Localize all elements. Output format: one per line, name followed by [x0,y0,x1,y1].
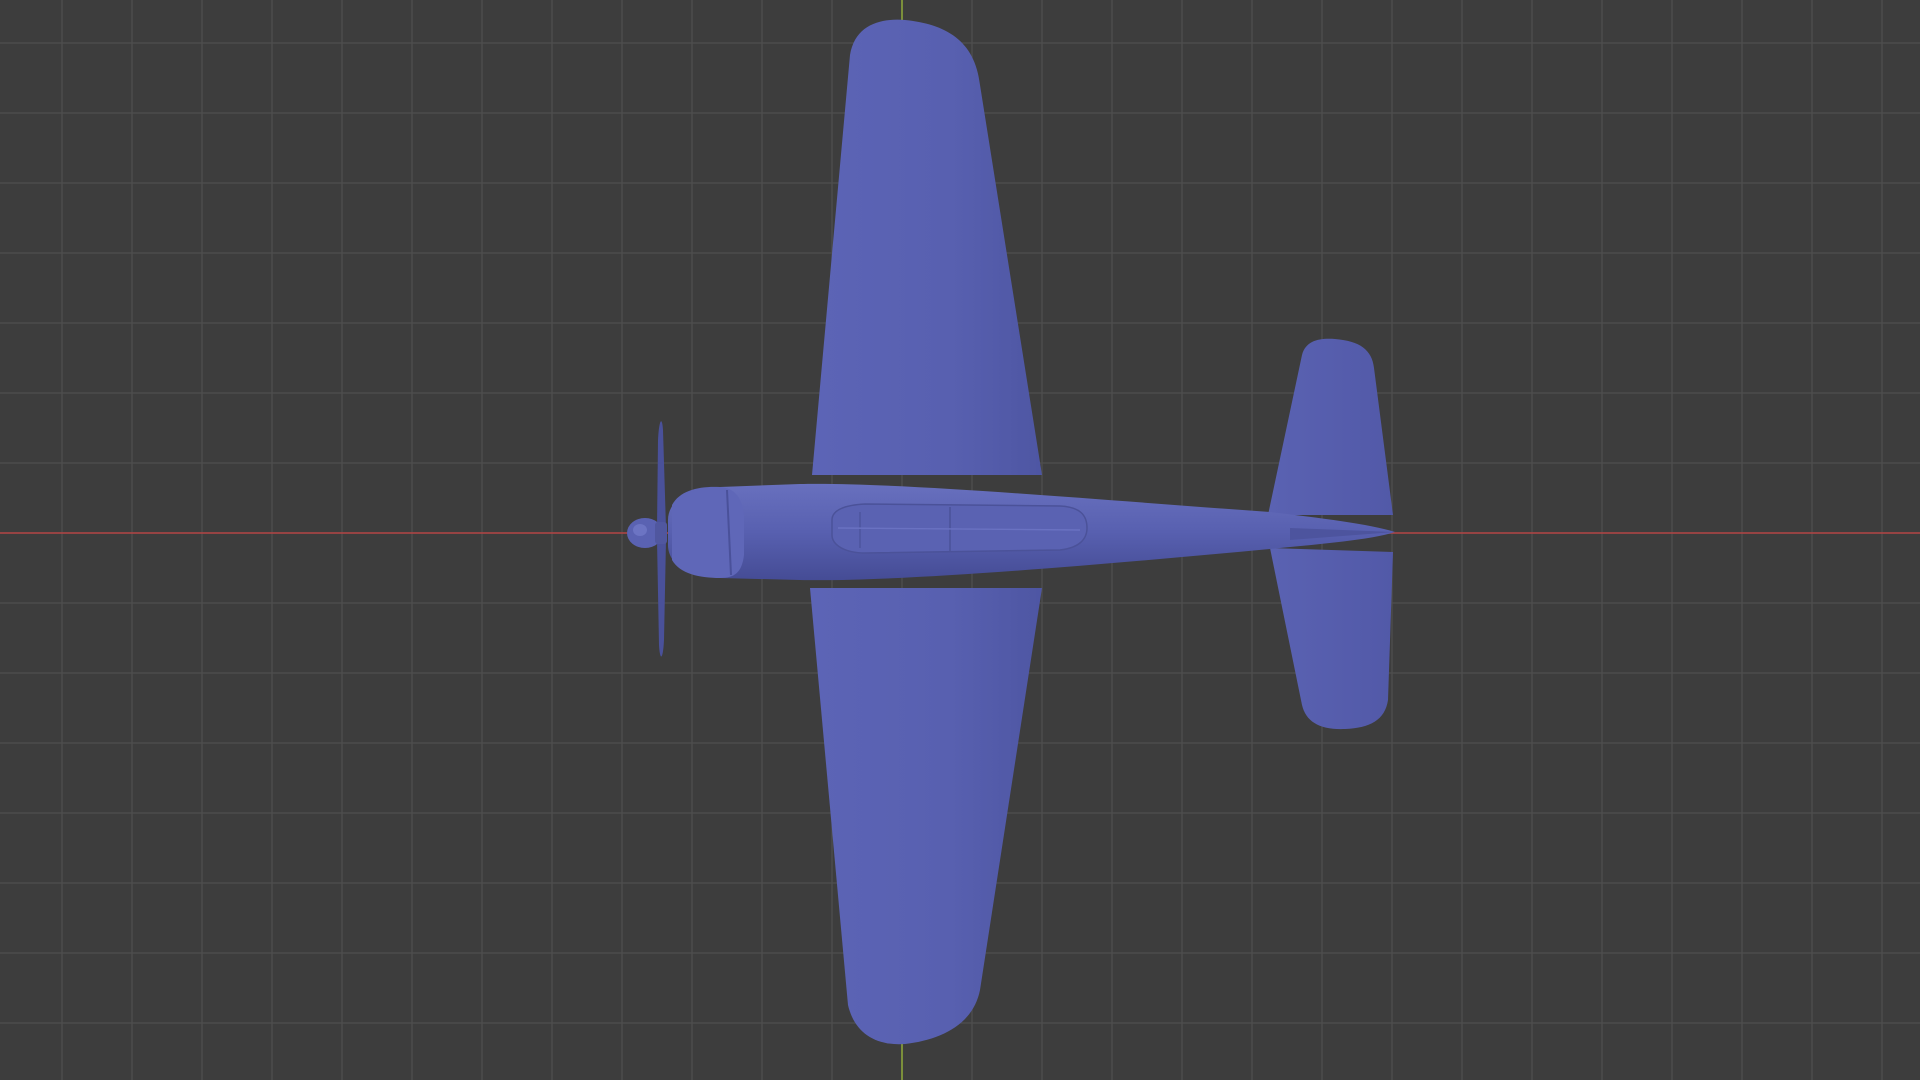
viewport-canvas[interactable] [0,0,1920,1080]
propeller-hub [655,522,667,544]
spinner-highlight [633,524,647,536]
3d-viewport[interactable] [0,0,1920,1080]
engine-cowling [672,486,744,578]
